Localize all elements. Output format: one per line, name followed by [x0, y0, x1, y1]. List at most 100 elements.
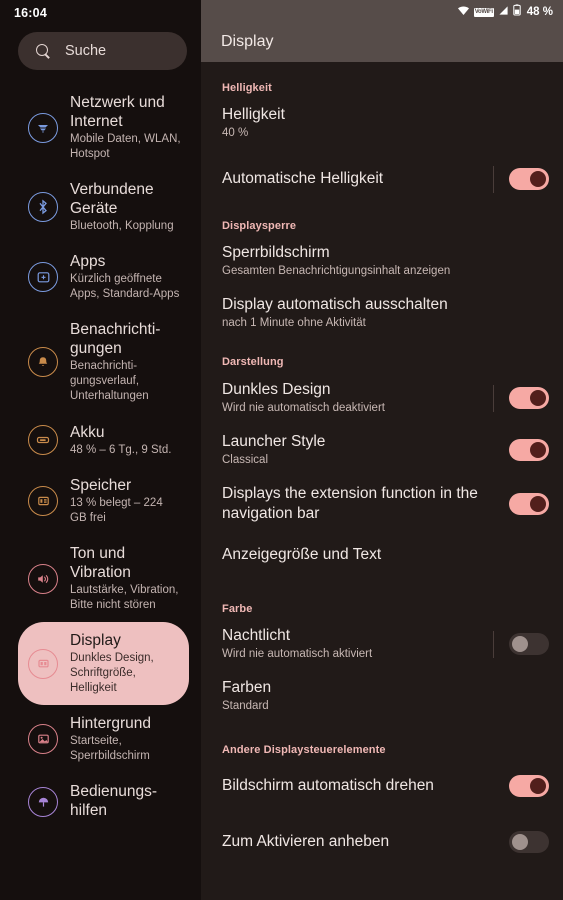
sidebar-item-title: Display — [70, 632, 121, 649]
sidebar-item-battery[interactable]: Akku 48 % – 6 Tg., 9 Std. — [18, 413, 189, 467]
section-header: Darstellung — [222, 356, 284, 368]
sidebar-item-texts: Hintergrund Startseite, Sperrbildschirm — [70, 705, 181, 773]
row-divider — [493, 829, 494, 856]
sidebar-item-sound[interactable]: Ton und Vibration Lautstärke, Vibration,… — [18, 535, 189, 622]
setting-row-auto-rotate[interactable]: Bildschirm automatisch drehen — [201, 769, 563, 803]
row-title: Displays the extension function in the n… — [222, 485, 478, 522]
row-title: Helligkeit — [222, 106, 285, 123]
battery-icon — [513, 3, 521, 21]
sidebar-item-title: Speicher — [70, 477, 132, 494]
row-texts: Launcher Style Classical — [222, 432, 493, 468]
battery-percent: 48 % — [526, 6, 553, 18]
toggle-auto-rotate[interactable] — [509, 775, 549, 797]
row-subtitle: Standard — [222, 700, 269, 712]
toggle-knob — [512, 834, 528, 850]
page-title: Display — [221, 33, 274, 50]
sidebar-item-display[interactable]: Display Dunkles Design, Schriftgröße, He… — [18, 622, 189, 705]
row-texts: Bildschirm automatisch drehen — [222, 776, 493, 796]
toggle-wrap — [493, 165, 549, 193]
toggle-night-light[interactable] — [509, 633, 549, 655]
toggle-dark-theme[interactable] — [509, 387, 549, 409]
row-texts: Displays the extension function in the n… — [222, 484, 493, 524]
toggle-launcher-style[interactable] — [509, 439, 549, 461]
setting-row-auto-brightness[interactable]: Automatische Helligkeit — [201, 162, 563, 196]
section-header: Displaysperre — [222, 220, 297, 232]
status-bar-left: 16:04 — [0, 0, 201, 26]
network-icon — [28, 112, 58, 143]
sidebar-item-notifications[interactable]: Benachrichti-gungen Benachrichti-gungsve… — [18, 311, 189, 413]
setting-row-brightness[interactable]: Helligkeit 40 % — [201, 105, 563, 141]
setting-row-display-size[interactable]: Anzeigegröße und Text — [201, 538, 563, 572]
toggle-wrap — [493, 773, 549, 800]
vowifi-icon: VoWiFi — [473, 7, 494, 17]
row-title: Zum Aktivieren anheben — [222, 833, 390, 850]
bluetooth-icon — [28, 192, 58, 222]
search-bar[interactable]: Suche — [18, 32, 187, 70]
toggle-knob — [530, 778, 546, 794]
row-texts: Display automatisch ausschalten nach 1 M… — [222, 295, 549, 331]
row-subtitle: Classical — [222, 454, 269, 466]
wifi-icon — [457, 3, 470, 21]
setting-row-lockscreen[interactable]: Sperrbildschirm Gesamten Benachrichtigun… — [201, 243, 563, 279]
sidebar-item-storage[interactable]: Speicher 13 % belegt – 224 GB frei — [18, 467, 189, 535]
sidebar-item-texts: Netzwerk und Internet Mobile Daten, WLAN… — [70, 84, 181, 171]
sidebar-item-texts: Speicher 13 % belegt – 224 GB frei — [70, 467, 181, 535]
row-divider — [493, 773, 494, 800]
search-placeholder: Suche — [65, 43, 107, 59]
row-texts: Farben Standard — [222, 678, 549, 714]
display-settings-panel: VoWiFi 48 % Display Helligkeit Helligkei… — [201, 0, 563, 900]
setting-row-dark-theme[interactable]: Dunkles Design Wird nie automatisch deak… — [201, 380, 563, 416]
toggle-lift-to-wake[interactable] — [509, 831, 549, 853]
search-icon — [36, 43, 51, 59]
row-title: Display automatisch ausschalten — [222, 296, 448, 313]
storage-icon — [28, 486, 58, 516]
setting-row-night-light[interactable]: Nachtlicht Wird nie automatisch aktivier… — [201, 626, 563, 662]
status-bar-right: VoWiFi 48 % — [457, 4, 553, 20]
setting-row-lift-to-wake[interactable]: Zum Aktivieren anheben — [201, 825, 563, 859]
toggle-wrap — [493, 384, 549, 412]
row-title: Nachtlicht — [222, 627, 291, 644]
toggle-knob — [512, 636, 528, 652]
setting-row-launcher-style[interactable]: Launcher Style Classical — [201, 432, 563, 468]
sound-icon — [28, 563, 58, 594]
sidebar-item-texts: Display Dunkles Design, Schriftgröße, He… — [70, 622, 181, 705]
sidebar-nav-list: Netzwerk und Internet Mobile Daten, WLAN… — [0, 84, 201, 830]
row-subtitle: Wird nie automatisch aktiviert — [222, 648, 373, 660]
sidebar-item-accessibility[interactable]: Bedienungs-hilfen — [18, 773, 189, 830]
row-divider — [493, 491, 494, 518]
accessibility-icon — [28, 786, 58, 817]
battery-icon — [28, 425, 58, 455]
row-subtitle: nach 1 Minute ohne Aktivität — [222, 317, 366, 329]
row-title: Dunkles Design — [222, 381, 331, 398]
setting-row-navbar-extension[interactable]: Displays the extension function in the n… — [201, 484, 563, 524]
row-texts: Automatische Helligkeit — [222, 169, 493, 189]
toggle-auto-brightness[interactable] — [509, 168, 549, 190]
sidebar-item-title: Hintergrund — [70, 715, 151, 732]
toggle-knob — [530, 171, 546, 187]
row-subtitle: 40 % — [222, 127, 249, 139]
sidebar-item-network[interactable]: Netzwerk und Internet Mobile Daten, WLAN… — [18, 84, 189, 171]
setting-row-colors[interactable]: Farben Standard — [201, 678, 563, 714]
section-header: Andere Displaysteuerelemente — [222, 744, 386, 756]
toggle-wrap — [493, 491, 549, 518]
setting-row-screen-timeout[interactable]: Display automatisch ausschalten nach 1 M… — [201, 295, 563, 331]
row-divider — [493, 384, 494, 412]
section-header: Farbe — [222, 603, 253, 615]
row-subtitle: Wird nie automatisch deaktiviert — [222, 402, 385, 414]
sidebar-item-subtitle: Mobile Daten, WLAN, Hotspot — [70, 133, 181, 160]
sidebar-item-wallpaper[interactable]: Hintergrund Startseite, Sperrbildschirm — [18, 705, 189, 773]
sidebar-item-title: Bedienungs-hilfen — [70, 783, 158, 819]
sidebar-item-texts: Apps Kürzlich geöffnete Apps, Standard-A… — [70, 243, 181, 311]
toggle-wrap — [493, 437, 549, 464]
settings-content[interactable]: Helligkeit Helligkeit 40 % Automatische … — [201, 82, 563, 900]
row-texts: Anzeigegröße und Text — [222, 545, 549, 565]
toggle-navbar-extension[interactable] — [509, 493, 549, 515]
sidebar-item-subtitle: Bluetooth, Kopplung — [70, 220, 174, 232]
sidebar-item-subtitle: Dunkles Design, Schriftgröße, Helligkeit — [70, 652, 154, 694]
row-title: Sperrbildschirm — [222, 244, 330, 261]
sidebar-item-connected-devices[interactable]: Verbundene Geräte Bluetooth, Kopplung — [18, 171, 189, 243]
sidebar-item-texts: Verbundene Geräte Bluetooth, Kopplung — [70, 171, 181, 243]
sidebar-item-subtitle: 13 % belegt – 224 GB frei — [70, 497, 163, 524]
sidebar-item-apps[interactable]: Apps Kürzlich geöffnete Apps, Standard-A… — [18, 243, 189, 311]
section-header: Helligkeit — [222, 82, 272, 94]
